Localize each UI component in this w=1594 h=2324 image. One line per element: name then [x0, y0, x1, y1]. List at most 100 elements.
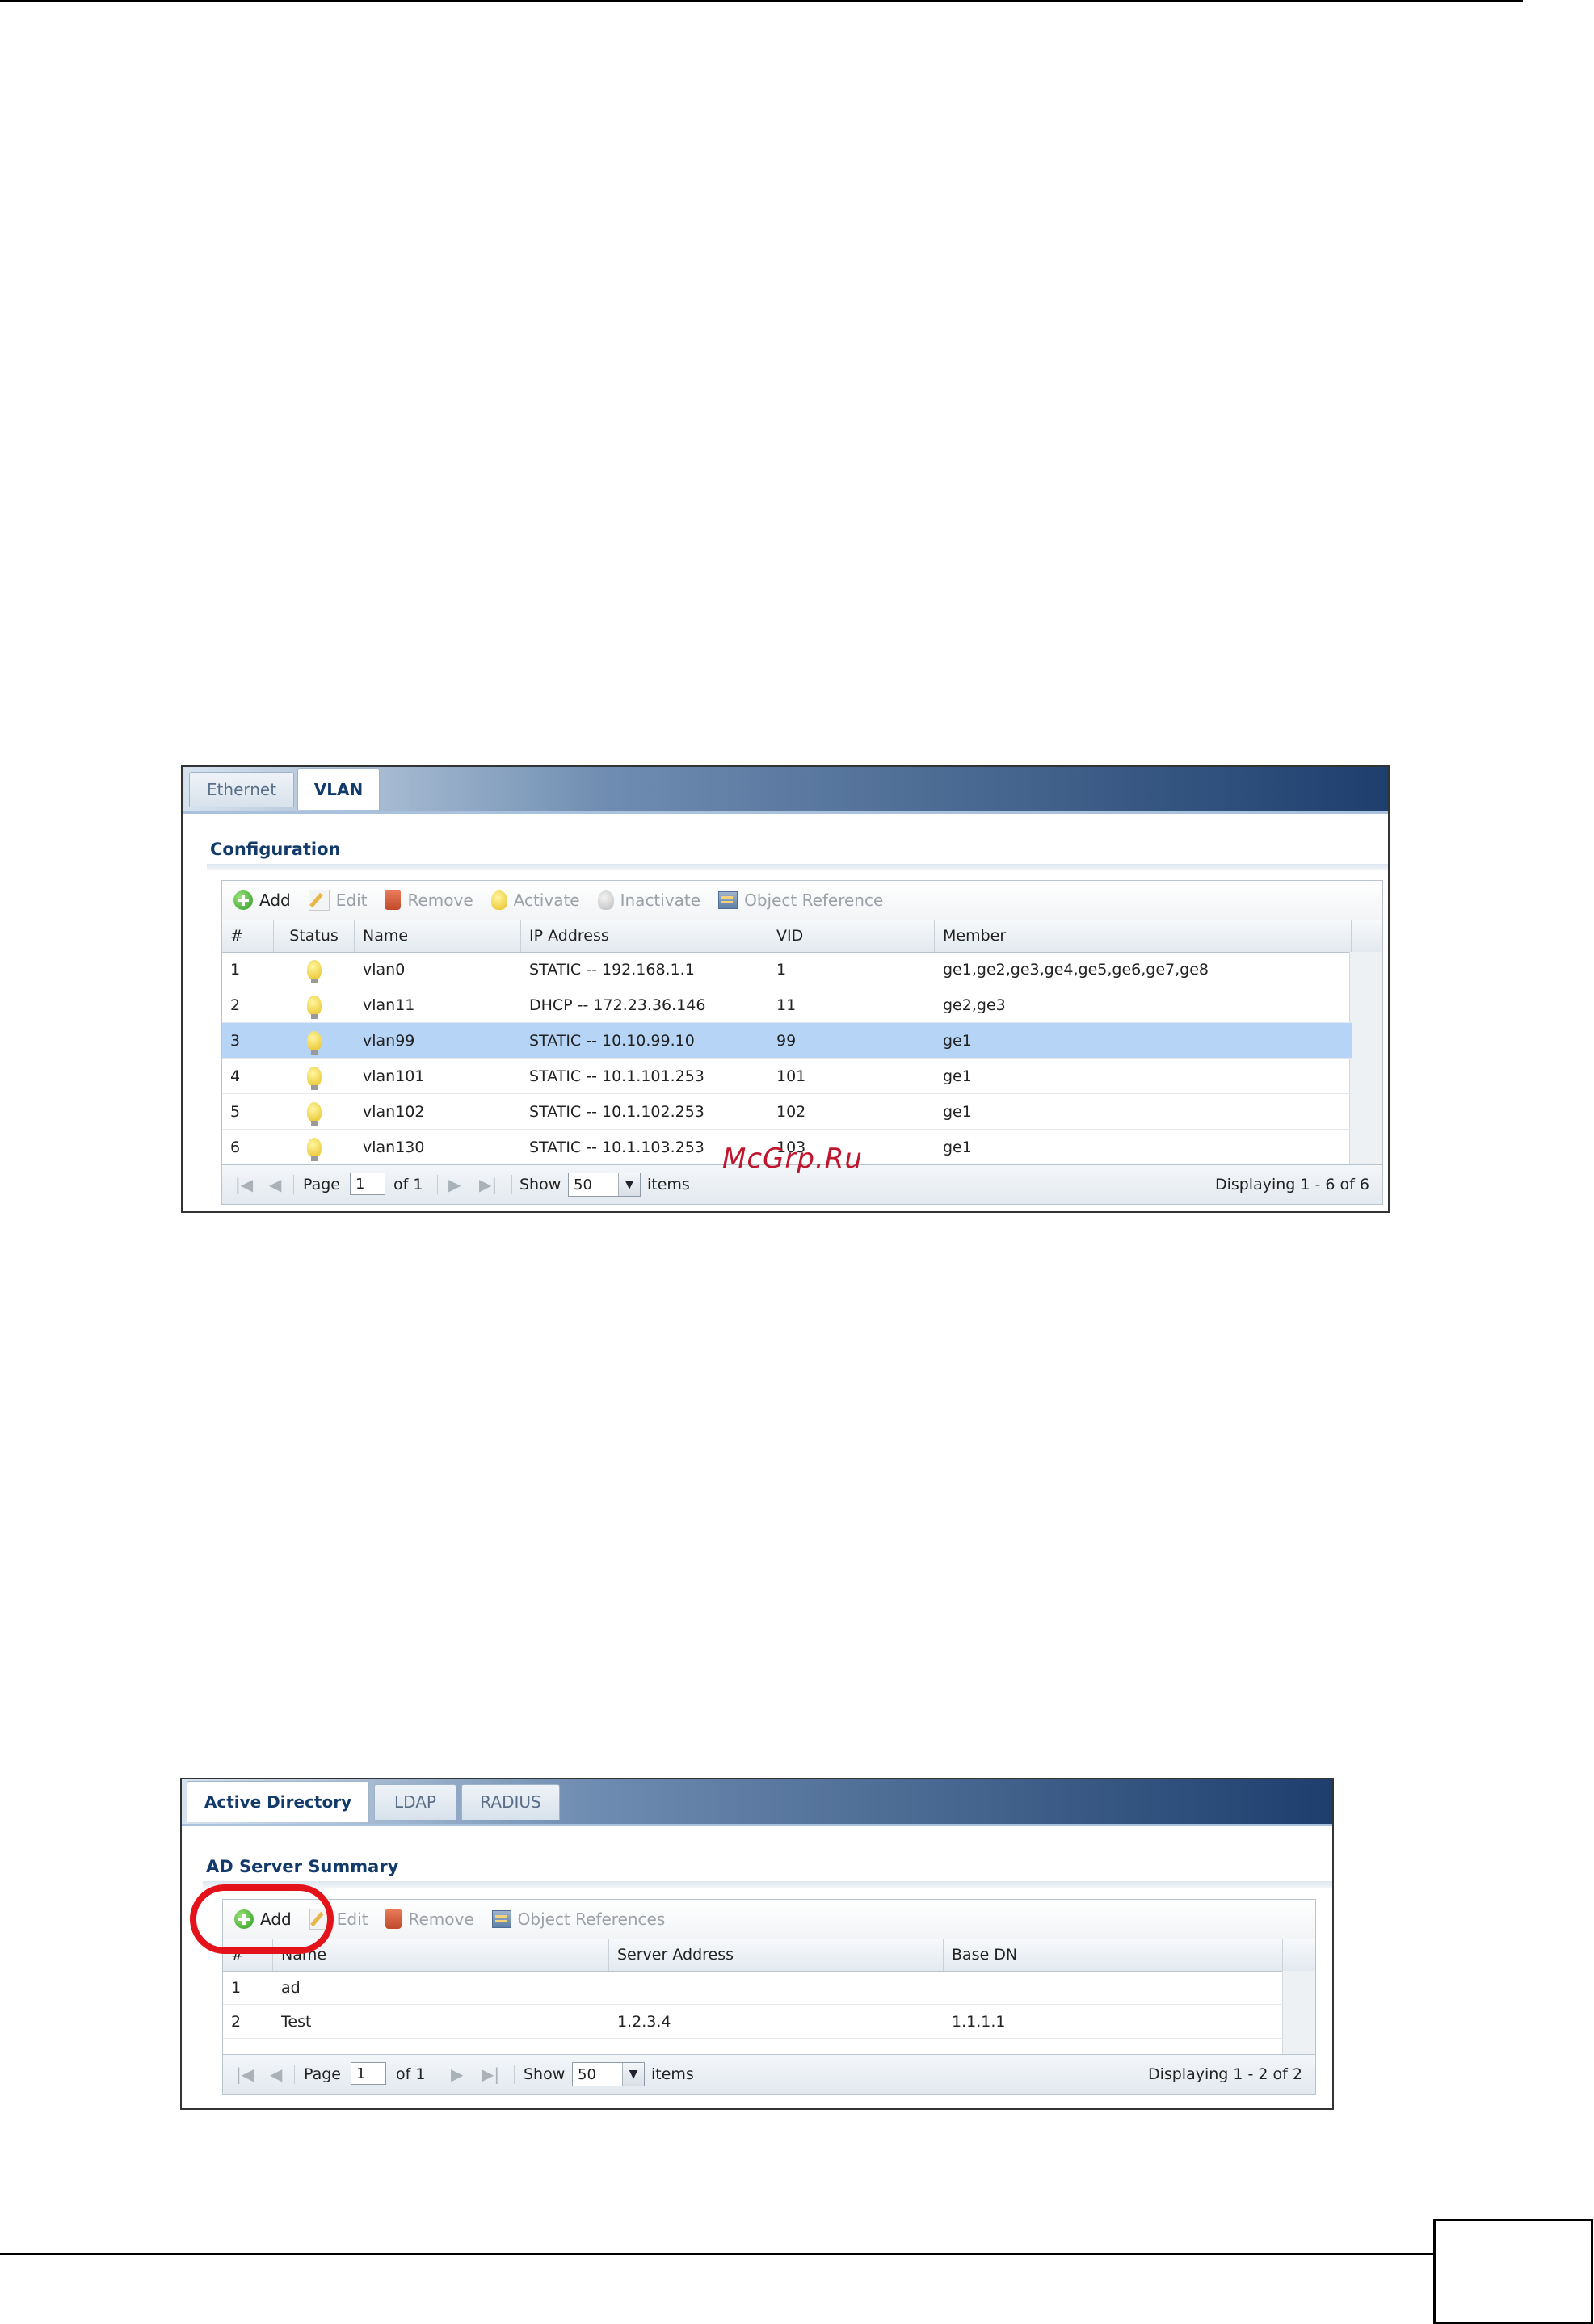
tab-ethernet[interactable]: Ethernet	[189, 772, 294, 807]
tab-radius[interactable]: RADIUS	[461, 1784, 560, 1820]
tab-vlan[interactable]: VLAN	[297, 768, 380, 810]
items-label: items	[651, 2065, 694, 2083]
next-page-icon[interactable]: ▶	[448, 1165, 461, 1204]
pager-separator	[511, 1175, 512, 1194]
inactivate-button[interactable]: Inactivate	[597, 890, 700, 910]
ad-tab-bar: Active Directory LDAP RADIUS	[182, 1779, 1332, 1826]
page-label: Page	[303, 1176, 340, 1194]
row-number: 1	[231, 1979, 242, 1997]
status-active-icon	[307, 960, 322, 983]
row-number: 2	[231, 2013, 242, 2031]
row-name: vlan11	[363, 996, 415, 1014]
column-header-vid[interactable]: VID	[768, 920, 935, 952]
last-page-icon[interactable]: ▶|	[479, 1165, 497, 1204]
row-member: ge1	[943, 1067, 972, 1085]
object-references-button[interactable]: Object References	[491, 1909, 665, 1929]
table-row[interactable]: 1 vlan0 STATIC -- 192.168.1.1 1 ge1,ge2,…	[222, 952, 1352, 987]
vlan-screenshot: Ethernet VLAN Configuration Add Edit Rem…	[181, 765, 1390, 1213]
object-reference-icon	[718, 891, 738, 909]
row-ip-address: DHCP -- 172.23.36.146	[529, 996, 706, 1014]
previous-page-icon[interactable]: ◀	[269, 1165, 281, 1204]
first-page-icon[interactable]: |◀	[236, 2055, 254, 2094]
pager-separator	[514, 2065, 515, 2084]
vlan-table-scrollbar[interactable]	[1349, 952, 1382, 1165]
next-page-icon[interactable]: ▶	[451, 2055, 463, 2094]
row-name: vlan130	[363, 1139, 425, 1156]
row-number: 6	[230, 1139, 241, 1156]
row-server-address: 1.2.3.4	[617, 2013, 671, 2031]
status-active-icon	[307, 1138, 322, 1161]
page-label: Page	[304, 2065, 341, 2083]
row-name: vlan101	[363, 1067, 425, 1085]
column-header-status[interactable]: Status	[274, 920, 355, 952]
chevron-down-icon: ▼	[622, 2063, 644, 2086]
table-row[interactable]: 2 Test 1.2.3.4 1.1.1.1	[223, 2005, 1283, 2039]
items-per-page-value: 50	[578, 2066, 596, 2083]
previous-page-icon[interactable]: ◀	[270, 2055, 282, 2094]
row-number: 4	[230, 1067, 241, 1085]
row-vid: 101	[776, 1067, 806, 1085]
trash-icon	[385, 890, 402, 910]
section-divider	[207, 864, 1388, 870]
row-base-dn: 1.1.1.1	[952, 2013, 1006, 2031]
first-page-icon[interactable]: |◀	[235, 1165, 253, 1204]
object-reference-button[interactable]: Object Reference	[718, 890, 883, 910]
pager-separator	[437, 1175, 438, 1194]
column-header-base-dn[interactable]: Base DN	[944, 1939, 1283, 1971]
table-row[interactable]: 1 ad	[223, 1971, 1283, 2005]
pager-separator	[294, 2065, 295, 2084]
items-per-page-value: 50	[574, 1177, 592, 1194]
status-active-icon	[307, 1031, 322, 1055]
column-header-name[interactable]: Name	[355, 920, 521, 952]
remove-button[interactable]: Remove	[385, 890, 473, 910]
row-vid: 99	[776, 1032, 797, 1050]
table-row[interactable]: 5 vlan102 STATIC -- 10.1.102.253 102 ge1	[222, 1094, 1352, 1130]
add-icon	[233, 890, 253, 910]
row-name: Test	[281, 2013, 312, 2031]
row-number: 1	[230, 961, 241, 979]
column-header-server-address[interactable]: Server Address	[609, 1939, 944, 1971]
row-member: ge2,ge3	[943, 996, 1006, 1014]
page-number-input[interactable]: 1	[350, 1173, 385, 1195]
tab-active-directory[interactable]: Active Directory	[187, 1781, 369, 1822]
page-number-input[interactable]: 1	[351, 2062, 386, 2085]
vlan-tab-bar: Ethernet VLAN	[183, 767, 1388, 814]
remove-button[interactable]: Remove	[385, 1909, 474, 1929]
row-ip-address: STATIC -- 192.168.1.1	[529, 961, 695, 979]
chevron-down-icon: ▼	[618, 1173, 640, 1196]
row-ip-address: STATIC -- 10.1.101.253	[529, 1067, 704, 1085]
table-row[interactable]: 2 vlan11 DHCP -- 172.23.36.146 11 ge2,ge…	[222, 987, 1352, 1023]
table-row-selected[interactable]: 3 vlan99 STATIC -- 10.10.99.10 99 ge1	[222, 1023, 1352, 1059]
footer-rule	[0, 2253, 1436, 2255]
ad-table-scrollbar[interactable]	[1282, 1971, 1315, 2055]
row-ip-address: STATIC -- 10.1.102.253	[529, 1103, 704, 1121]
edit-button[interactable]: Edit	[308, 890, 367, 911]
row-member: ge1	[943, 1103, 972, 1121]
row-member: ge1	[943, 1032, 972, 1050]
last-page-icon[interactable]: ▶|	[482, 2055, 499, 2094]
table-row[interactable]: 4 vlan101 STATIC -- 10.1.101.253 101 ge1	[222, 1059, 1352, 1094]
tab-ldap[interactable]: LDAP	[374, 1784, 456, 1820]
items-label: items	[647, 1176, 690, 1194]
ad-server-table: Add Edit Remove Object References # Name…	[222, 1899, 1316, 2095]
display-count: Displaying 1 - 6 of 6	[1214, 1176, 1369, 1194]
row-number: 2	[230, 996, 241, 1014]
ad-toolbar: Add Edit Remove Object References	[223, 1900, 1315, 1939]
row-member: ge1,ge2,ge3,ge4,ge5,ge6,ge7,ge8	[943, 961, 1209, 979]
row-member: ge1	[943, 1139, 972, 1156]
column-header-number[interactable]: #	[222, 920, 274, 952]
items-per-page-select[interactable]: 50 ▼	[572, 2062, 645, 2086]
activate-button[interactable]: Activate	[490, 890, 580, 910]
column-header-member[interactable]: Member	[935, 920, 1352, 952]
row-name: ad	[281, 1979, 301, 1997]
row-number: 5	[230, 1103, 241, 1121]
row-name: vlan99	[363, 1032, 415, 1050]
page-number-box	[1433, 2219, 1593, 2324]
column-header-ip-address[interactable]: IP Address	[521, 920, 768, 952]
row-ip-address: STATIC -- 10.1.103.253	[529, 1139, 704, 1156]
items-per-page-select[interactable]: 50 ▼	[568, 1173, 641, 1197]
ad-table-header: # Name Server Address Base DN	[223, 1939, 1315, 1972]
add-button[interactable]: Add	[233, 890, 291, 910]
section-title-configuration: Configuration	[210, 840, 341, 859]
vlan-toolbar: Add Edit Remove Activate Inactivate Obje…	[222, 881, 1382, 920]
